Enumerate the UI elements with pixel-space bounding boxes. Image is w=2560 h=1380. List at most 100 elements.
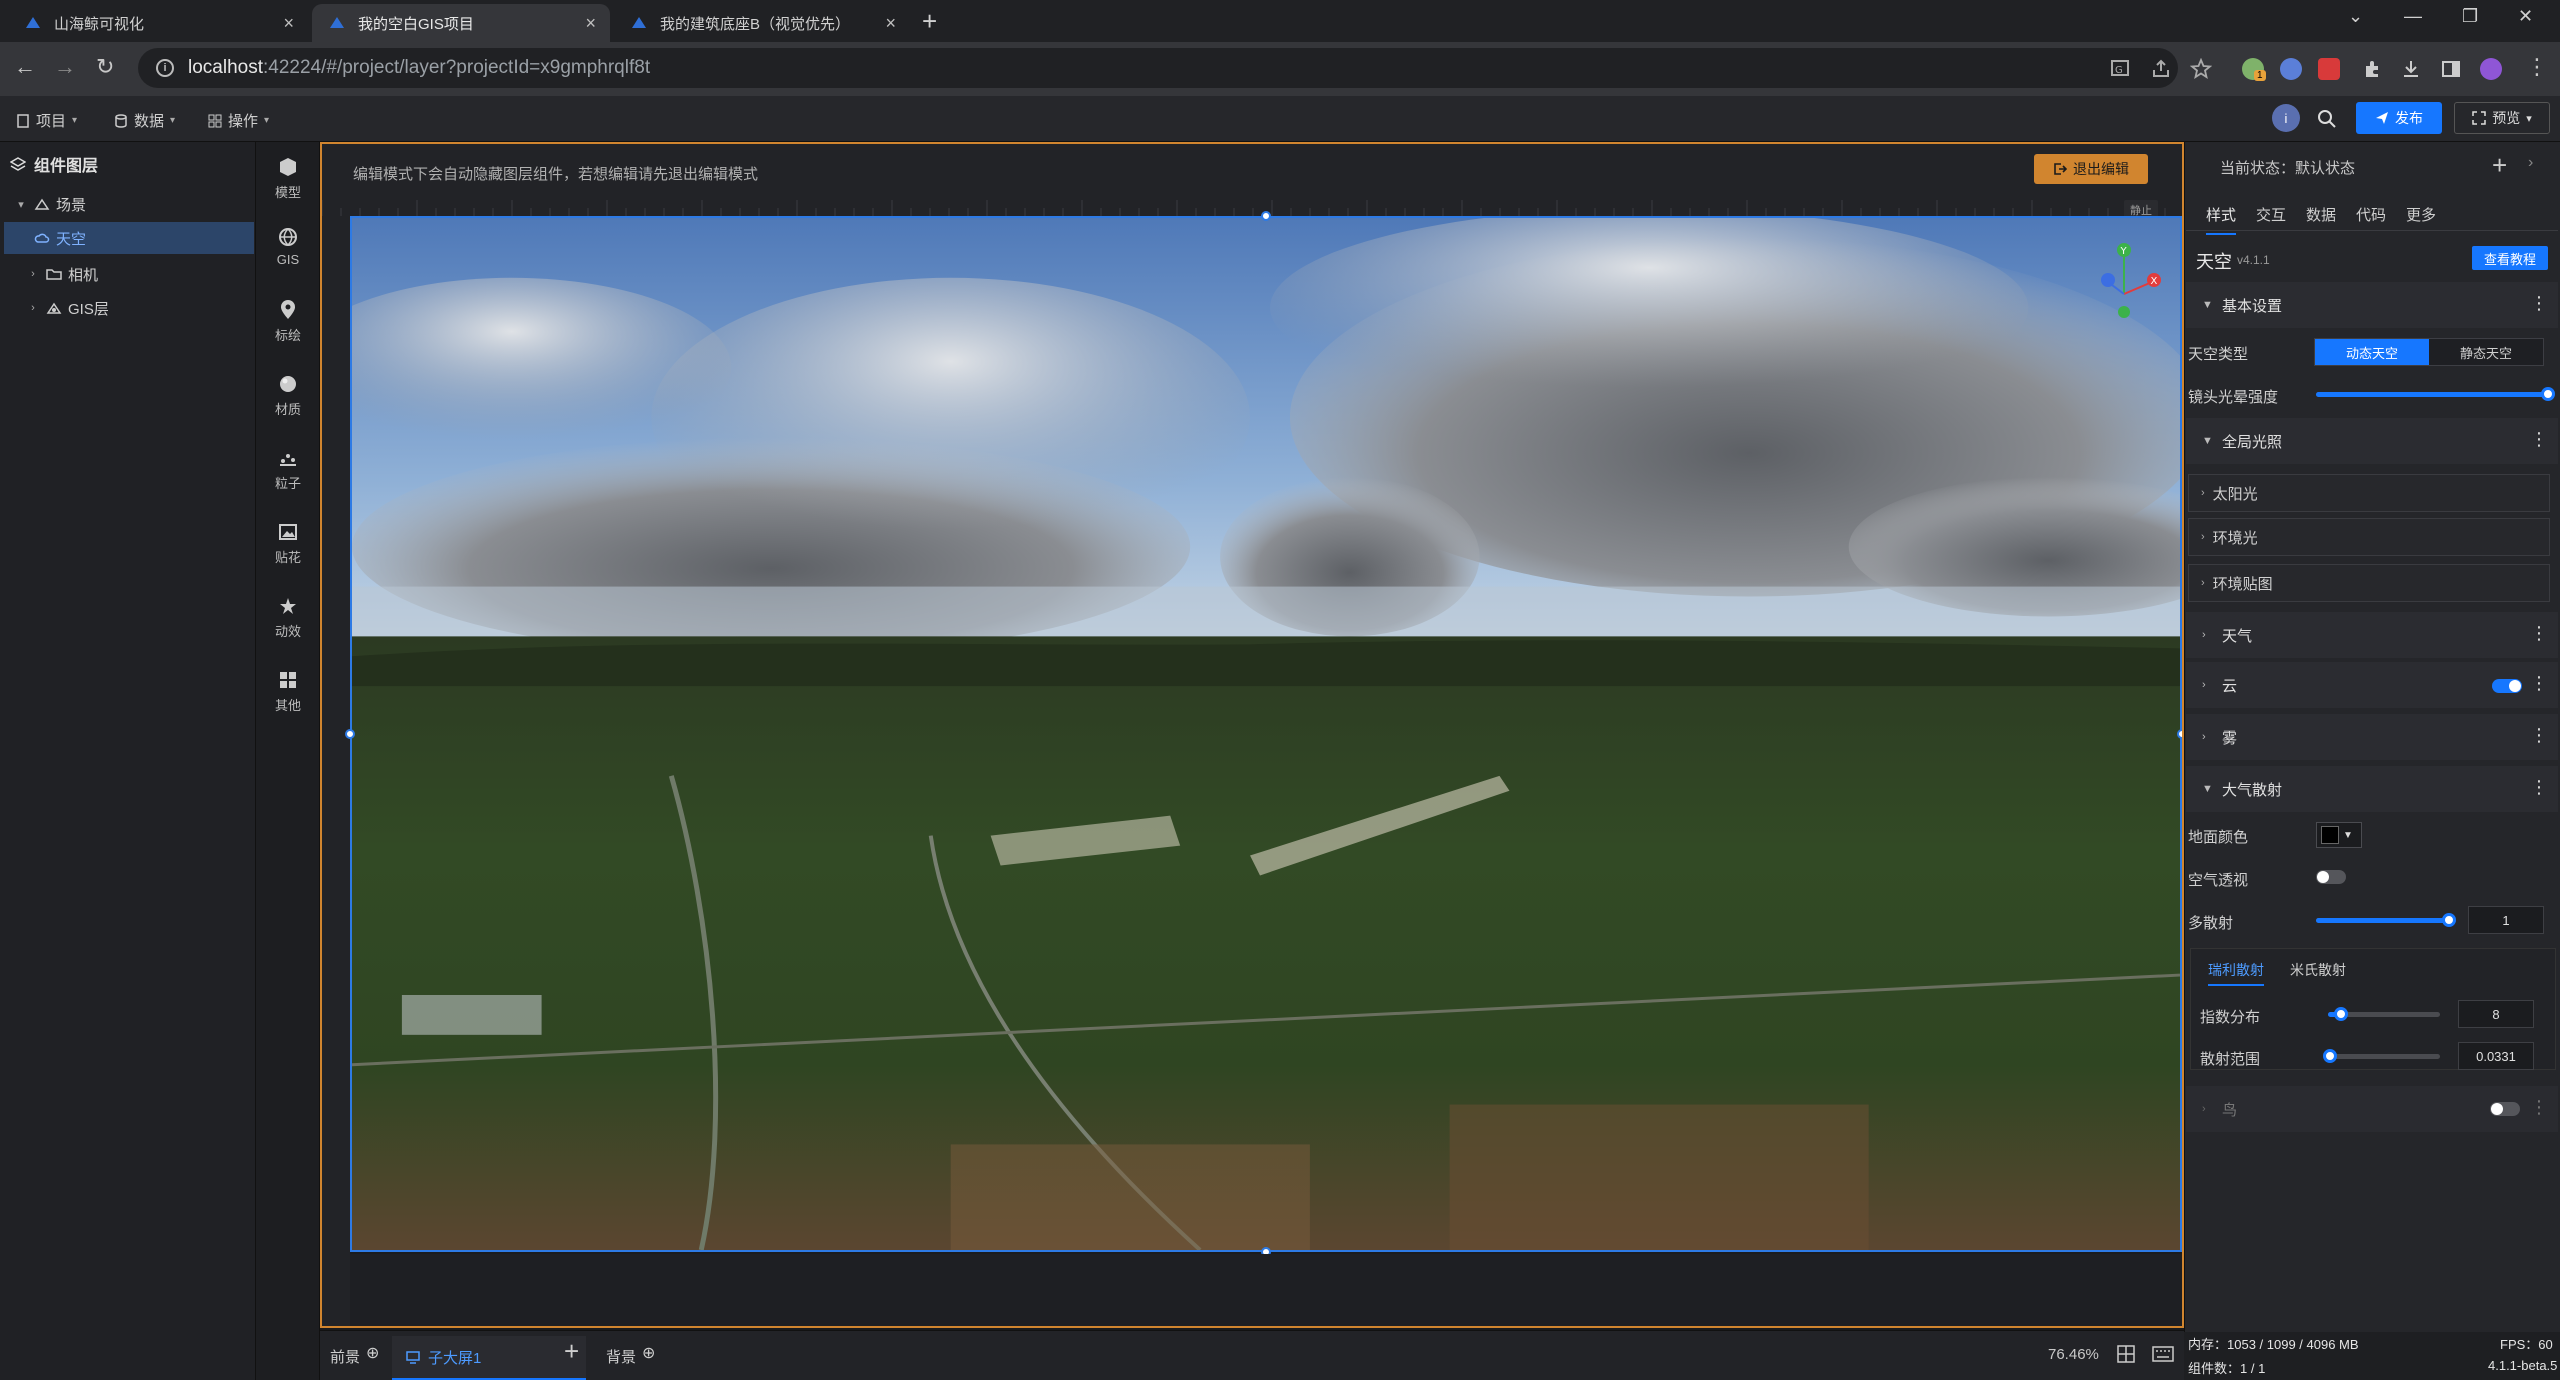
background-tab[interactable]: 背景 ⊕ <box>606 1343 655 1367</box>
browser-menu-icon[interactable]: ⋮ <box>2526 54 2548 80</box>
component-gis[interactable]: GIS <box>256 213 320 279</box>
sky-type-segmented[interactable]: 动态天空 静态天空 <box>2314 338 2544 366</box>
menu-project[interactable]: 项目 ▾ <box>16 110 77 131</box>
translate-icon[interactable]: G <box>2110 58 2132 80</box>
preview-button[interactable]: 预览 ▾ <box>2454 102 2550 134</box>
air-perspective-toggle[interactable] <box>2316 870 2346 884</box>
tab-rayleigh[interactable]: 瑞利散射 <box>2208 960 2264 986</box>
fit-screen-icon[interactable] <box>2116 1344 2136 1364</box>
caret-icon: ▾ <box>170 115 176 126</box>
zoom-level[interactable]: 76.46% <box>2048 1346 2099 1363</box>
foreground-tab[interactable]: 前景 ⊕ <box>330 1343 379 1367</box>
section-basic-settings[interactable]: ▼ 基本设置 ⋮ <box>2186 282 2558 328</box>
keyboard-icon[interactable] <box>2152 1346 2174 1362</box>
add-screen-button[interactable]: + <box>564 1336 579 1367</box>
screen-tab[interactable]: 子大屏1 <box>392 1336 586 1380</box>
map-pin-icon <box>281 299 295 319</box>
subsection-env-map[interactable]: › 环境贴图 <box>2188 564 2550 602</box>
user-avatar[interactable]: i <box>2272 104 2300 132</box>
subsection-ambient-light[interactable]: › 环境光 <box>2188 518 2550 556</box>
view-tutorial-button[interactable]: 查看教程 <box>2472 246 2548 270</box>
bookmark-star-icon[interactable] <box>2190 58 2212 80</box>
download-icon[interactable] <box>2400 58 2422 80</box>
multi-scatter-input[interactable]: 1 <box>2468 906 2544 934</box>
tab-interaction[interactable]: 交互 <box>2256 204 2286 225</box>
more-vertical-icon[interactable]: ⋮ <box>2530 294 2548 312</box>
search-icon[interactable] <box>2316 108 2338 130</box>
section-weather[interactable]: › 天气 ⋮ <box>2186 612 2558 658</box>
add-circle-icon[interactable]: ⊕ <box>642 1343 655 1363</box>
multi-scatter-slider-knob[interactable] <box>2442 913 2456 927</box>
menu-operation[interactable]: 操作 ▾ <box>208 110 269 131</box>
more-vertical-icon[interactable]: ⋮ <box>2530 674 2548 692</box>
exp-distribution-input[interactable]: 8 <box>2458 1000 2534 1028</box>
cloud-toggle[interactable] <box>2492 679 2522 693</box>
share-icon[interactable] <box>2150 58 2172 80</box>
tree-item-camera[interactable]: › 相机 <box>0 258 254 290</box>
browser-tab-2[interactable]: 我的空白GIS项目 × <box>312 4 610 42</box>
component-other[interactable]: 其他 <box>256 658 320 724</box>
chevron-right-icon[interactable]: › <box>2528 154 2533 172</box>
section-fog[interactable]: › 雾 ⋮ <box>2186 714 2558 760</box>
tab-mie[interactable]: 米氏散射 <box>2290 960 2346 980</box>
publish-button[interactable]: 发布 <box>2356 102 2442 134</box>
scatter-range-input[interactable]: 0.0331 <box>2458 1042 2534 1070</box>
section-atmosphere-scattering[interactable]: ▼ 大气散射 ⋮ <box>2186 766 2558 812</box>
tree-item-sky[interactable]: 天空 <box>4 222 254 254</box>
sky-type-static[interactable]: 静态天空 <box>2429 339 2543 365</box>
back-icon[interactable]: ← <box>14 54 36 80</box>
component-particle[interactable]: 粒子 <box>256 436 320 502</box>
more-vertical-icon[interactable]: ⋮ <box>2530 726 2548 744</box>
close-icon[interactable]: × <box>585 13 596 34</box>
ground-color-picker[interactable]: ▼ <box>2316 822 2362 848</box>
browser-tab-1[interactable]: 山海鲸可视化 × <box>8 4 308 42</box>
scatter-range-slider-knob[interactable] <box>2323 1049 2337 1063</box>
tab-search-icon[interactable]: ⌄ <box>2348 6 2363 27</box>
component-effect[interactable]: 动效 <box>256 584 320 650</box>
app-logo-icon <box>630 14 648 32</box>
subsection-sunlight[interactable]: › 太阳光 <box>2188 474 2550 512</box>
more-vertical-icon[interactable]: ⋮ <box>2530 1098 2548 1116</box>
minimize-icon[interactable]: — <box>2404 6 2422 27</box>
tab-data[interactable]: 数据 <box>2306 204 2336 225</box>
extension-icon[interactable] <box>2280 58 2302 80</box>
component-decal[interactable]: 贴花 <box>256 510 320 576</box>
component-model[interactable]: 模型 <box>256 145 320 211</box>
close-icon[interactable]: × <box>885 13 896 34</box>
add-circle-icon[interactable]: ⊕ <box>366 1343 379 1363</box>
new-tab-button[interactable]: + <box>922 6 937 37</box>
tree-item-gis-layer[interactable]: › GIS层 <box>0 292 254 324</box>
menu-data[interactable]: 数据 ▾ <box>114 110 175 131</box>
lens-flare-slider-knob[interactable] <box>2541 387 2555 401</box>
puzzle-icon[interactable] <box>2362 58 2384 80</box>
tree-item-scene[interactable]: ▾ 场景 <box>0 188 254 220</box>
forward-icon[interactable]: → <box>54 54 76 80</box>
svg-text:G: G <box>2115 65 2123 76</box>
birds-toggle[interactable] <box>2490 1102 2520 1116</box>
expand-arrow-icon[interactable]: › <box>26 302 40 314</box>
close-icon[interactable]: × <box>283 13 294 34</box>
reload-icon[interactable]: ↻ <box>96 54 114 80</box>
sky-type-dynamic[interactable]: 动态天空 <box>2315 339 2429 365</box>
profile-avatar[interactable] <box>2480 58 2502 80</box>
add-state-button[interactable]: + <box>2492 150 2507 181</box>
component-plot[interactable]: 标绘 <box>256 288 320 354</box>
more-vertical-icon[interactable]: ⋮ <box>2530 430 2548 448</box>
browser-tab-3[interactable]: 我的建筑底座B（视觉优先） × <box>614 4 910 42</box>
expand-arrow-icon[interactable]: › <box>26 268 40 280</box>
tab-code[interactable]: 代码 <box>2356 204 2386 225</box>
extension-icon[interactable] <box>2318 58 2340 80</box>
restore-icon[interactable]: ❐ <box>2462 6 2478 27</box>
side-panel-icon[interactable] <box>2440 58 2462 80</box>
exp-distribution-slider-knob[interactable] <box>2334 1007 2348 1021</box>
more-vertical-icon[interactable]: ⋮ <box>2530 624 2548 642</box>
tab-more[interactable]: 更多 <box>2406 204 2436 225</box>
more-vertical-icon[interactable]: ⋮ <box>2530 778 2548 796</box>
expand-arrow-icon[interactable]: ▾ <box>14 198 28 211</box>
window-close-icon[interactable]: ✕ <box>2518 6 2533 27</box>
url-input[interactable]: i localhost:42224/#/project/layer?projec… <box>138 48 2178 88</box>
section-global-light[interactable]: ▼ 全局光照 ⋮ <box>2186 418 2558 464</box>
component-material[interactable]: 材质 <box>256 362 320 428</box>
scatter-range-slider-track[interactable] <box>2328 1054 2440 1059</box>
site-info-icon[interactable]: i <box>156 59 174 77</box>
